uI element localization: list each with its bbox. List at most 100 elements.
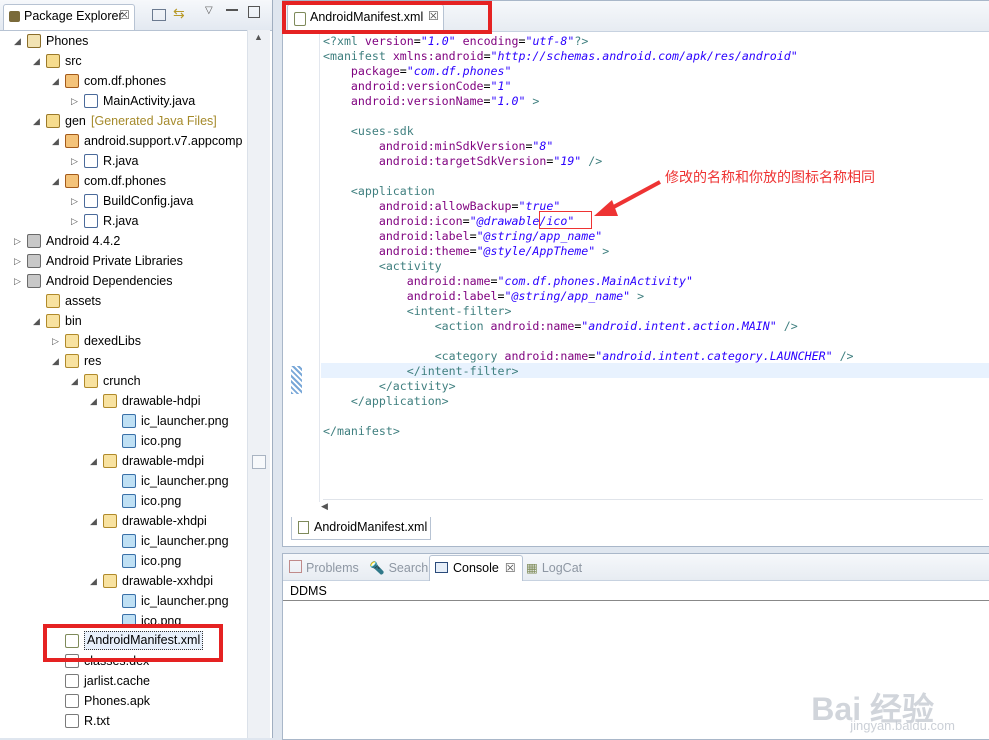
tab-search[interactable]: 🔦 Search bbox=[369, 558, 428, 578]
expanded-arrow-icon[interactable]: ◢ bbox=[14, 31, 24, 51]
expanded-arrow-icon[interactable]: ◢ bbox=[90, 571, 100, 591]
tree-item[interactable]: jarlist.cache bbox=[0, 671, 247, 691]
java-file-icon bbox=[84, 154, 98, 168]
collapsed-arrow-icon[interactable]: ▷ bbox=[71, 151, 81, 171]
tree-item[interactable]: ▷ MainActivity.java bbox=[0, 91, 247, 111]
expanded-arrow-icon[interactable]: ◢ bbox=[90, 391, 100, 411]
collapsed-arrow-icon[interactable]: ▷ bbox=[14, 251, 24, 271]
image-file-icon bbox=[122, 494, 136, 508]
library-icon bbox=[27, 254, 41, 268]
tree-item-label: crunch bbox=[103, 374, 141, 388]
code-line: android:targetSdkVersion="19" /> bbox=[378, 154, 603, 168]
tree-item[interactable]: ▷ Android Private Libraries bbox=[0, 251, 247, 271]
tree-item[interactable]: ◢ drawable-xxhdpi bbox=[0, 571, 247, 591]
expanded-arrow-icon[interactable]: ◢ bbox=[33, 51, 43, 71]
package-icon bbox=[65, 134, 79, 148]
tree-item[interactable]: ◢ gen [Generated Java Files] bbox=[0, 111, 247, 131]
library-icon bbox=[27, 274, 41, 288]
tree-item-label: Android Dependencies bbox=[46, 274, 173, 288]
scroll-up-icon[interactable]: ▲ bbox=[254, 32, 263, 42]
tree-item[interactable]: ◢ com.df.phones bbox=[0, 171, 247, 191]
expanded-arrow-icon[interactable]: ◢ bbox=[71, 371, 81, 391]
expanded-arrow-icon[interactable]: ◢ bbox=[90, 451, 100, 471]
folder-icon bbox=[46, 314, 60, 328]
tree-item[interactable]: ic_launcher.png bbox=[0, 411, 247, 431]
tree-item[interactable]: ▷ R.java bbox=[0, 211, 247, 231]
collapsed-arrow-icon[interactable]: ▷ bbox=[14, 271, 24, 291]
tree-item-label: ico.png bbox=[141, 554, 182, 568]
tree-item[interactable]: ◢ android.support.v7.appcomp bbox=[0, 131, 247, 151]
tree-item-label: com.df.phones bbox=[84, 174, 166, 188]
tab-logcat[interactable]: ▦ LogCat bbox=[526, 558, 582, 578]
tree-item[interactable]: ◢ crunch bbox=[0, 371, 247, 391]
expanded-arrow-icon[interactable]: ◢ bbox=[33, 311, 43, 331]
tree-item[interactable]: ico.png bbox=[0, 551, 247, 571]
minimize-icon[interactable] bbox=[226, 9, 238, 11]
tab-xml-source[interactable]: AndroidManifest.xml bbox=[291, 517, 431, 540]
expanded-arrow-icon[interactable]: ◢ bbox=[33, 111, 43, 131]
tree-item[interactable]: ◢ src bbox=[0, 51, 247, 71]
tree-item-label: ico.png bbox=[141, 434, 182, 448]
tab-label: Search bbox=[388, 561, 429, 575]
tree-item[interactable]: ▷ R.java bbox=[0, 151, 247, 171]
collapsed-arrow-icon[interactable]: ▷ bbox=[14, 231, 24, 251]
java-file-icon bbox=[84, 94, 98, 108]
tree-item[interactable]: ◢ drawable-mdpi bbox=[0, 451, 247, 471]
tree-item-label: Phones bbox=[46, 34, 89, 48]
tree-item-label: Android 4.4.2 bbox=[46, 234, 121, 248]
folder-icon bbox=[103, 514, 117, 528]
tree-item[interactable]: ic_launcher.png bbox=[0, 591, 247, 611]
tree-item[interactable]: ◢ drawable-xhdpi bbox=[0, 511, 247, 531]
tree-item[interactable]: ◢ drawable-hdpi bbox=[0, 391, 247, 411]
tab-package-explorer[interactable]: Package Explorer ☒ bbox=[3, 4, 135, 30]
close-icon[interactable]: ☒ bbox=[119, 8, 130, 22]
tree-item[interactable]: assets bbox=[0, 291, 247, 311]
maximize-icon[interactable] bbox=[248, 6, 260, 18]
tree-item[interactable]: ico.png bbox=[0, 491, 247, 511]
collapsed-arrow-icon[interactable]: ▷ bbox=[52, 331, 62, 351]
tab-problems[interactable]: Problems bbox=[289, 558, 359, 578]
view-menu-icon[interactable]: ▽ bbox=[205, 5, 213, 16]
collapsed-arrow-icon[interactable]: ▷ bbox=[71, 211, 81, 231]
close-icon[interactable]: ☒ bbox=[505, 561, 516, 575]
expanded-arrow-icon[interactable]: ◢ bbox=[52, 131, 62, 151]
tab-console[interactable]: Console ☒ bbox=[429, 555, 523, 581]
tree-item[interactable]: ◢ com.df.phones bbox=[0, 71, 247, 91]
console-icon bbox=[435, 562, 448, 573]
expanded-arrow-icon[interactable]: ◢ bbox=[52, 351, 62, 371]
tree-item[interactable]: ◢ Phones bbox=[0, 31, 247, 51]
tree-item-label: drawable-xxhdpi bbox=[122, 574, 214, 588]
collapsed-arrow-icon[interactable]: ▷ bbox=[71, 91, 81, 111]
code-line: <activity bbox=[378, 259, 442, 273]
collapse-all-icon[interactable] bbox=[152, 9, 166, 21]
tree-item[interactable]: ic_launcher.png bbox=[0, 471, 247, 491]
tree-item[interactable]: ▷ Android Dependencies bbox=[0, 271, 247, 291]
tab-label: Package Explorer bbox=[24, 9, 123, 23]
vertical-scrollbar[interactable]: ▲ bbox=[247, 30, 270, 738]
expanded-arrow-icon[interactable]: ◢ bbox=[52, 71, 62, 91]
tree-item[interactable]: ico.png bbox=[0, 431, 247, 451]
tree-item[interactable]: ic_launcher.png bbox=[0, 531, 247, 551]
tree-item[interactable]: ▷ Android 4.4.2 bbox=[0, 231, 247, 251]
collapsed-arrow-icon[interactable]: ▷ bbox=[71, 191, 81, 211]
tree-item-label: Phones.apk bbox=[84, 694, 151, 708]
scrollbar-thumb[interactable] bbox=[252, 455, 266, 469]
scroll-left-icon[interactable]: ◀ bbox=[321, 501, 328, 512]
expanded-arrow-icon[interactable]: ◢ bbox=[90, 511, 100, 531]
console-tabbar: Problems 🔦 Search Console ☒ ▦ LogCat bbox=[283, 554, 989, 581]
tree-item[interactable]: ◢ bin bbox=[0, 311, 247, 331]
code-area[interactable]: <?xml version="1.0" encoding="utf-8"?> <m… bbox=[283, 34, 989, 494]
tree-item[interactable]: ▷ BuildConfig.java bbox=[0, 191, 247, 211]
tree-item-label: ico.png bbox=[141, 494, 182, 508]
tab-label: AndroidManifest.xml bbox=[314, 520, 428, 534]
tree-item[interactable]: Phones.apk bbox=[0, 691, 247, 711]
annotation-arrow-icon bbox=[594, 180, 661, 216]
tree-item[interactable]: R.txt bbox=[0, 711, 247, 731]
tree-item[interactable]: ◢ res bbox=[0, 351, 247, 371]
image-file-icon bbox=[122, 434, 136, 448]
link-with-editor-icon[interactable]: ⇆ bbox=[173, 5, 185, 22]
tree-item[interactable]: ▷ dexedLibs bbox=[0, 331, 247, 351]
image-file-icon bbox=[122, 594, 136, 608]
expanded-arrow-icon[interactable]: ◢ bbox=[52, 171, 62, 191]
horizontal-scrollbar[interactable]: ◀ bbox=[321, 499, 983, 516]
